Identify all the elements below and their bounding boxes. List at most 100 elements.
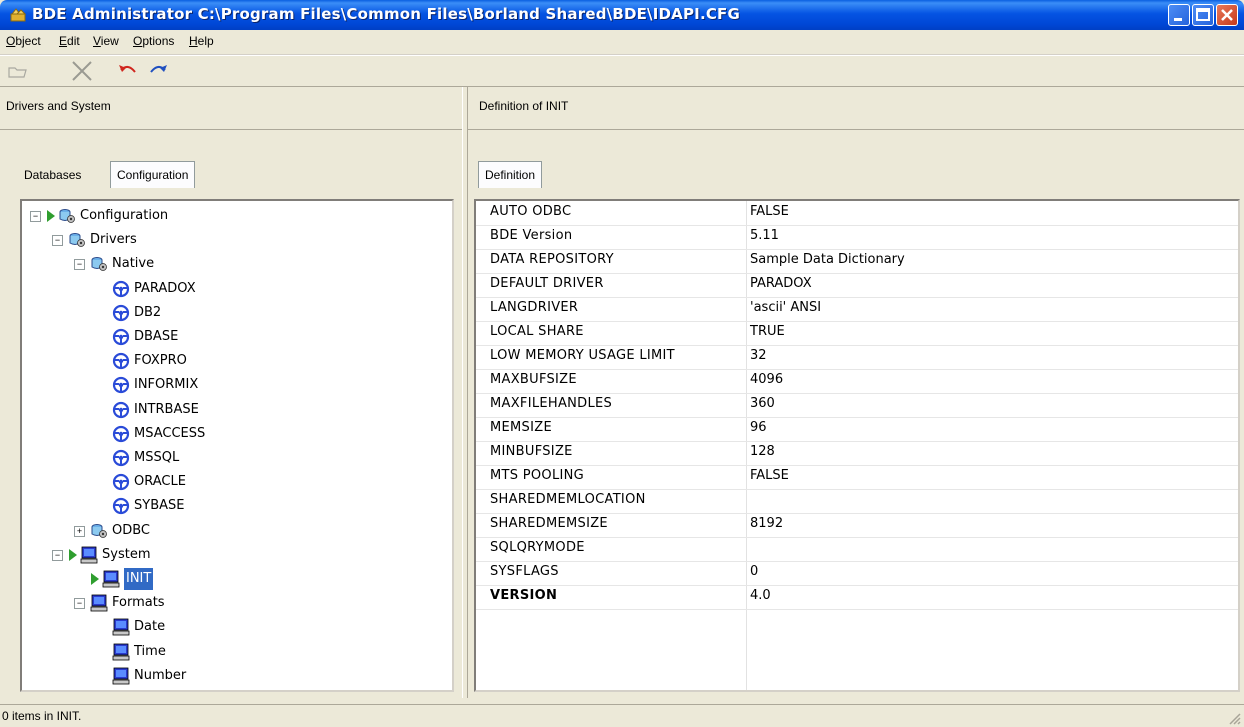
definition-row[interactable]: MTS POOLING FALSE	[476, 465, 1238, 490]
tree-node-label[interactable]: Number	[134, 665, 186, 687]
tab-databases[interactable]: Databases	[18, 164, 87, 186]
tree-node[interactable]: − Formats	[22, 592, 452, 614]
tree-node-label[interactable]: Configuration	[80, 205, 168, 227]
tree-node[interactable]: DB2	[22, 302, 452, 324]
tree-node-label[interactable]: ODBC	[112, 520, 150, 542]
tree-node[interactable]: Date	[22, 616, 452, 638]
definition-row[interactable]: DEFAULT DRIVER PARADOX	[476, 273, 1238, 298]
parameter-value[interactable]: 4.0	[750, 588, 771, 603]
collapse-icon[interactable]: −	[74, 598, 85, 610]
tree-node[interactable]: INFORMIX	[22, 374, 452, 396]
close-button[interactable]	[1216, 4, 1238, 26]
definition-row[interactable]: MAXFILEHANDLES 360	[476, 393, 1238, 418]
tree-node[interactable]: INTRBASE	[22, 399, 452, 421]
tree-node[interactable]: − System	[22, 544, 452, 566]
tree-node[interactable]: DBASE	[22, 326, 452, 348]
definition-row[interactable]: SQLQRYMODE	[476, 537, 1238, 562]
tree-node[interactable]: FOXPRO	[22, 350, 452, 372]
definition-row[interactable]: LANGDRIVER 'ascii' ANSI	[476, 297, 1238, 322]
definition-row[interactable]: SYSFLAGS 0	[476, 561, 1238, 586]
tree-node-label[interactable]: MSACCESS	[134, 423, 205, 445]
tree-node-label[interactable]: Formats	[112, 592, 165, 614]
definition-row[interactable]: MEMSIZE 96	[476, 417, 1238, 442]
parameter-value[interactable]: 96	[750, 420, 767, 435]
tree-node-label[interactable]: Native	[112, 253, 154, 275]
computer-icon	[102, 570, 120, 588]
parameter-value[interactable]: PARADOX	[750, 276, 812, 291]
tree-node[interactable]: INIT	[22, 568, 452, 590]
tree-node-label[interactable]: Date	[134, 616, 165, 638]
tree-node[interactable]: Number	[22, 665, 452, 687]
tree-node[interactable]: SYBASE	[22, 495, 452, 517]
menu-edit[interactable]: Edit	[59, 34, 80, 48]
definition-row[interactable]: MAXBUFSIZE 4096	[476, 369, 1238, 394]
tree-node[interactable]: Time	[22, 641, 452, 663]
collapse-icon[interactable]: −	[52, 549, 63, 561]
tree-node[interactable]: + ODBC	[22, 520, 452, 542]
parameter-value[interactable]: 360	[750, 396, 775, 411]
definition-row[interactable]: LOW MEMORY USAGE LIMIT 32	[476, 345, 1238, 370]
tab-definition[interactable]: Definition	[478, 161, 543, 188]
tree-node-label[interactable]: Drivers	[90, 229, 137, 251]
tree-node-label[interactable]: MSSQL	[134, 447, 179, 469]
definition-row[interactable]: BDE Version 5.11	[476, 225, 1238, 250]
pane-splitter[interactable]	[462, 87, 468, 698]
tree-node[interactable]: ORACLE	[22, 471, 452, 493]
menu-help[interactable]: Help	[189, 34, 214, 48]
menu-view[interactable]: View	[93, 34, 119, 48]
menu-options[interactable]: Options	[133, 34, 174, 48]
definition-row[interactable]: SHAREDMEMSIZE 8192	[476, 513, 1238, 538]
parameter-value[interactable]: TRUE	[750, 324, 785, 339]
parameter-value[interactable]: 32	[750, 348, 767, 363]
tab-configuration[interactable]: Configuration	[110, 161, 196, 188]
menu-object[interactable]: Object	[6, 34, 41, 48]
tree-node-label[interactable]: ORACLE	[134, 471, 186, 493]
tree-node-label[interactable]: INIT	[124, 568, 154, 590]
definition-row[interactable]: LOCAL SHARE TRUE	[476, 321, 1238, 346]
parameter-value[interactable]: 4096	[750, 372, 783, 387]
parameter-value[interactable]: 0	[750, 564, 758, 579]
maximize-button[interactable]	[1192, 4, 1214, 26]
collapse-icon[interactable]: −	[74, 259, 85, 271]
parameter-value[interactable]: Sample Data Dictionary	[750, 252, 905, 267]
tree-node-label[interactable]: FOXPRO	[134, 350, 187, 372]
minimize-button[interactable]	[1168, 4, 1190, 26]
tree-node-label[interactable]: PARADOX	[134, 278, 196, 300]
tree-node-label[interactable]: INFORMIX	[134, 374, 198, 396]
tree-node[interactable]: − Native	[22, 253, 452, 275]
parameter-value[interactable]: 128	[750, 444, 775, 459]
parameter-value[interactable]: FALSE	[750, 468, 789, 483]
parameter-value[interactable]: 5.11	[750, 228, 779, 243]
definition-row[interactable]: DATA REPOSITORY Sample Data Dictionary	[476, 249, 1238, 274]
undo-icon[interactable]	[116, 60, 140, 82]
tree-node-label[interactable]: DB2	[134, 302, 161, 324]
definition-row[interactable]: AUTO ODBC FALSE	[476, 201, 1238, 226]
definition-row[interactable]: SHAREDMEMLOCATION	[476, 489, 1238, 514]
definition-row[interactable]: VERSION 4.0	[476, 585, 1238, 610]
configuration-tree[interactable]: − Configuration − Drivers − Native PARADOX DB2 D…	[20, 199, 454, 692]
collapse-icon[interactable]: −	[52, 235, 63, 247]
parameter-value[interactable]: FALSE	[750, 204, 789, 219]
parameter-value[interactable]: 8192	[750, 516, 783, 531]
parameter-value[interactable]: 'ascii' ANSI	[750, 300, 821, 315]
title-bar[interactable]: BDE Administrator C:\Program Files\Commo…	[0, 0, 1244, 30]
tree-node-label[interactable]: System	[102, 544, 150, 566]
collapse-icon[interactable]: −	[30, 211, 41, 222]
tree-node-label[interactable]: Time	[134, 641, 166, 663]
tree-node-label[interactable]: SYBASE	[134, 495, 184, 517]
active-arrow-icon	[69, 548, 77, 561]
tree-node[interactable]: MSACCESS	[22, 423, 452, 445]
resize-grip-icon[interactable]	[1227, 711, 1241, 725]
expand-icon[interactable]: +	[74, 525, 85, 537]
definition-row[interactable]: MINBUFSIZE 128	[476, 441, 1238, 466]
redo-icon[interactable]	[146, 60, 170, 82]
tree-node-label[interactable]: INTRBASE	[134, 399, 199, 421]
tree-node-label[interactable]: DBASE	[134, 326, 178, 348]
definition-grid[interactable]: AUTO ODBC FALSE BDE Version 5.11 DATA REPOSI…	[474, 199, 1240, 692]
tree-node[interactable]: MSSQL	[22, 447, 452, 469]
tree-node[interactable]: − Drivers	[22, 229, 452, 251]
open-icon[interactable]	[6, 60, 30, 82]
tree-node[interactable]: − Configuration	[22, 205, 452, 227]
delete-icon[interactable]	[70, 60, 94, 82]
tree-node[interactable]: PARADOX	[22, 278, 452, 300]
